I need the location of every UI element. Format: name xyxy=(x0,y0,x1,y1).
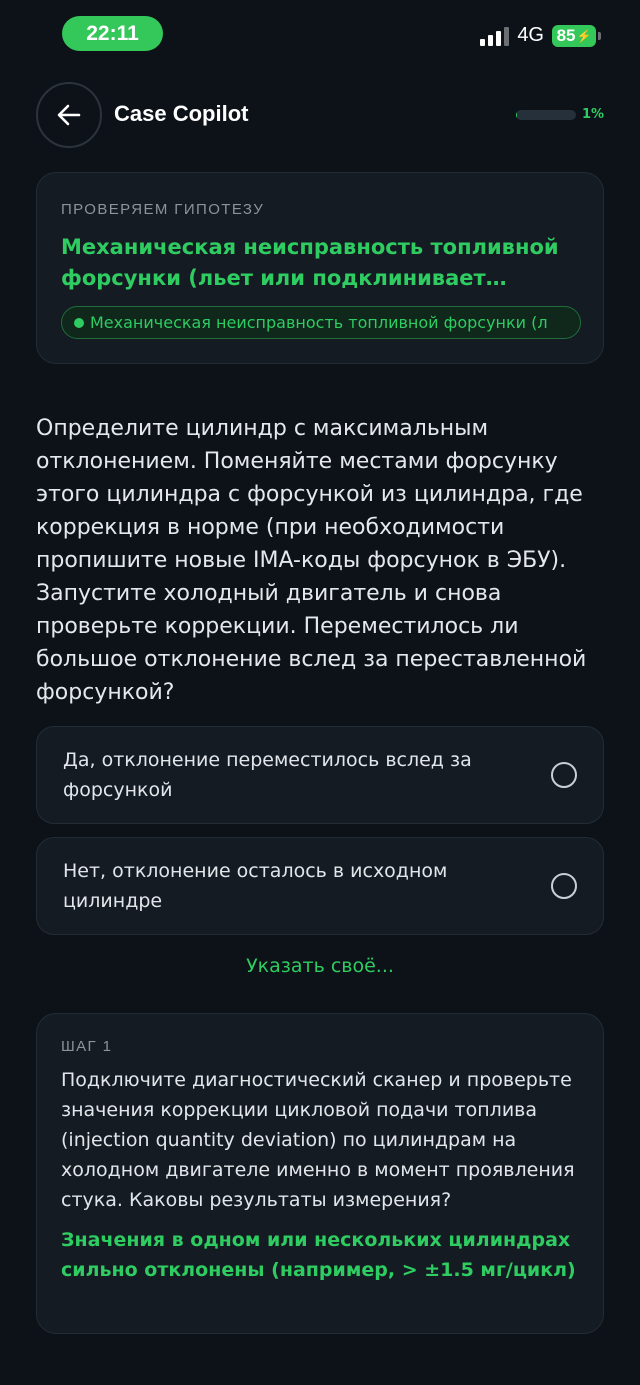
step-answer: Значения в одном или нескольких цилиндра… xyxy=(61,1229,576,1281)
battery-icon: 85 ⚡ xyxy=(552,24,601,47)
radio-button[interactable] xyxy=(551,873,577,899)
charging-bolt-icon: ⚡ xyxy=(576,28,592,43)
hypothesis-title: Механическая неисправность топливной фор… xyxy=(61,235,559,290)
hypothesis-chip[interactable]: Механическая неисправность топливной фор… xyxy=(61,306,581,339)
hypothesis-chip-label: Механическая неисправность топливной фор… xyxy=(90,313,548,332)
back-button[interactable] xyxy=(36,82,102,148)
network-type: 4G xyxy=(517,24,544,46)
status-icons: 4G 85 ⚡ xyxy=(480,24,601,47)
progress-label: 1% xyxy=(582,107,605,122)
arrow-left-icon xyxy=(57,104,81,126)
hypothesis-caption: ПРОВЕРЯЕМ ГИПОТЕЗУ xyxy=(61,201,265,218)
progress-fill xyxy=(516,110,517,120)
custom-answer-link[interactable]: Указать своё... xyxy=(0,955,640,977)
question-text: Определите цилиндр с максимальным отклон… xyxy=(36,416,587,705)
answer-option-label: Нет, отклонение осталось в исходном цили… xyxy=(63,860,448,912)
answer-option-yes[interactable]: Да, отклонение переместилось вслед за фо… xyxy=(36,726,604,824)
battery-level: 85 xyxy=(556,25,576,45)
status-time: 22:11 xyxy=(62,16,163,51)
hypothesis-card: ПРОВЕРЯЕМ ГИПОТЕЗУ Механическая неисправ… xyxy=(36,172,604,364)
step-text: Подключите диагностический сканер и пров… xyxy=(61,1069,575,1211)
progress-bar xyxy=(516,110,576,120)
step-card: ШАГ 1 Подключите диагностический сканер … xyxy=(36,1013,604,1334)
radio-button[interactable] xyxy=(551,762,577,788)
page-title: Case Copilot xyxy=(114,101,249,126)
signal-icon xyxy=(480,26,510,46)
status-dot-icon xyxy=(74,317,84,328)
answer-option-no[interactable]: Нет, отклонение осталось в исходном цили… xyxy=(36,837,604,935)
step-caption: ШАГ 1 xyxy=(61,1038,113,1055)
answer-option-label: Да, отклонение переместилось вслед за фо… xyxy=(63,749,472,801)
